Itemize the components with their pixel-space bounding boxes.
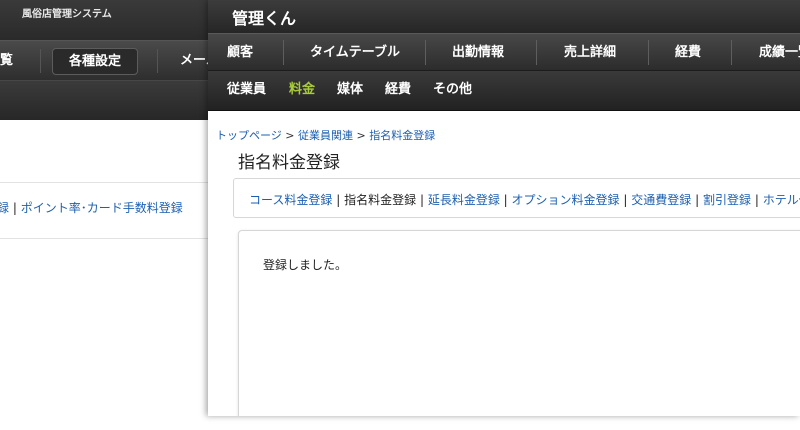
breadcrumb-staff[interactable]: 従業員関連 [298,129,353,142]
subnav-item-fees[interactable]: 料金 [289,71,315,109]
tab-separator: | [754,193,759,207]
nav-divider [425,40,426,65]
sub-nav: 従業員 料金 媒体 経費 その他 [208,71,800,111]
breadcrumb-separator: > [356,129,366,142]
tab-separator: | [695,193,700,207]
breadcrumb-top[interactable]: トップページ [216,129,282,142]
nav-divider [157,49,158,73]
tab-course-fee[interactable]: コース料金登録 [249,193,332,207]
back-app-title: 風俗店管理システム [22,9,112,20]
subnav-item-media[interactable]: 媒体 [337,71,363,109]
nav-item-results[interactable]: 成績一覧 [759,34,800,71]
success-message: 登録しました。 [263,258,348,272]
tab-separator: | [419,193,424,207]
link-separator: | [12,201,21,215]
back-link-row: 録 | ポイント率･カード手数料登録 [0,199,183,216]
tab-transport-fee[interactable]: 交通費登録 [631,193,691,207]
breadcrumb: トップページ > 従業員関連 > 指名料金登録 [216,127,435,143]
nav-divider [536,40,537,65]
tab-separator: | [336,193,341,207]
tab-hotel-fee[interactable]: ホテル代登録 [763,193,800,207]
tab-discount[interactable]: 割引登録 [703,193,751,207]
page-title: 指名料金登録 [238,153,340,173]
nav-divider [40,49,41,73]
back-nav-item-list[interactable]: 覧 [0,41,13,81]
nav-item-expenses[interactable]: 経費 [675,34,701,71]
nav-divider [648,40,649,65]
tab-extension-fee[interactable]: 延長料金登録 [428,193,500,207]
app-header: 管理くん [208,0,800,33]
fee-tab-bar: コース料金登録 | 指名料金登録 | 延長料金登録 | オプション料金登録 | … [233,178,800,218]
main-nav: 顧客 タイムテーブル 出勤情報 売上詳細 経費 成績一覧 [208,33,800,71]
nav-divider [283,40,284,65]
tab-separator: | [503,193,508,207]
nav-item-timetable[interactable]: タイムテーブル [310,34,400,71]
tab-option-fee[interactable]: オプション料金登録 [512,193,620,207]
breadcrumb-separator: > [285,129,295,142]
foreground-window: 管理くん 顧客 タイムテーブル 出勤情報 売上詳細 経費 成績一覧 従業員 料金… [208,0,800,416]
subnav-item-staff[interactable]: 従業員 [227,71,266,109]
subnav-item-other[interactable]: その他 [433,71,472,109]
back-link-register[interactable]: 録 [0,201,9,215]
nav-divider [731,40,732,65]
fee-tab-links: コース料金登録 | 指名料金登録 | 延長料金登録 | オプション料金登録 | … [249,191,800,208]
nav-item-attendance[interactable]: 出勤情報 [452,34,504,71]
breadcrumb-current[interactable]: 指名料金登録 [369,129,435,142]
tab-nomination-fee[interactable]: 指名料金登録 [344,193,416,207]
app-title: 管理くん [232,9,297,28]
nav-item-sales-detail[interactable]: 売上詳細 [564,34,616,71]
subnav-item-expenses[interactable]: 経費 [385,71,411,109]
result-panel: 登録しました。 [238,230,800,416]
back-nav-item-settings[interactable]: 各種設定 [52,48,139,75]
back-link-point-rate[interactable]: ポイント率･カード手数料登録 [21,201,183,215]
nav-item-customers[interactable]: 顧客 [227,34,253,71]
